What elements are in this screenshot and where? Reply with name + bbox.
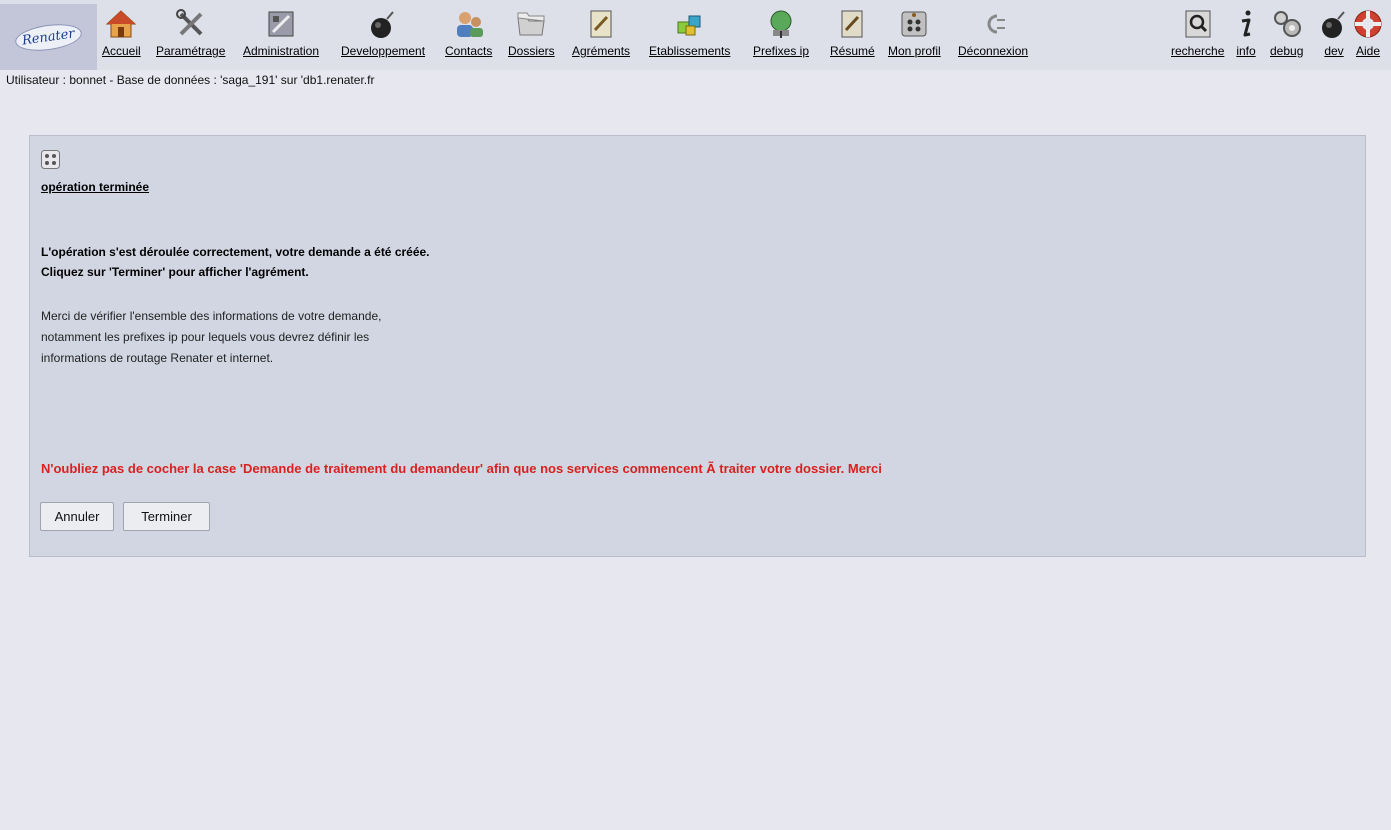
finish-button[interactable]: Terminer	[123, 502, 210, 531]
nav-label-etablissements: Etablissements	[649, 44, 731, 58]
nav-prefixes[interactable]: Prefixes ip	[753, 8, 809, 58]
info-icon	[1241, 10, 1251, 37]
nav-label-dev: dev	[1324, 44, 1344, 58]
success-message: L'opération s'est déroulée correctement,…	[41, 242, 430, 282]
nav-recherche[interactable]: recherche	[1171, 8, 1224, 58]
nav-parametrage[interactable]: Paramétrage	[156, 8, 225, 58]
lifebuoy-icon	[1354, 10, 1382, 38]
folder-icon	[517, 12, 545, 36]
search-icon	[1185, 10, 1211, 38]
nav-label-deconnexion: Déconnexion	[958, 44, 1029, 58]
logo-text: Renater	[13, 19, 84, 55]
info-line-1: Merci de vérifier l'ensemble des informa…	[41, 309, 382, 323]
user-info-line: Utilisateur : bonnet - Base de données :…	[6, 73, 375, 87]
nav-dossiers[interactable]: Dossiers	[508, 8, 555, 58]
cancel-button[interactable]: Annuler	[40, 502, 114, 531]
tools-icon	[175, 9, 203, 36]
nav-label-dossiers: Dossiers	[508, 44, 555, 58]
nav-label-info: info	[1236, 44, 1256, 58]
profile-icon	[901, 11, 927, 37]
nav-deconnexion[interactable]: Déconnexion	[958, 8, 1028, 58]
nav-label-accueil: Accueil	[102, 44, 141, 58]
nav-profil[interactable]: Mon profil	[888, 8, 941, 58]
plug-icon	[987, 14, 1006, 34]
success-line-1: L'opération s'est déroulée correctement,…	[41, 245, 430, 259]
info-message: Merci de vérifier l'ensemble des informa…	[41, 306, 381, 369]
nav-label-agrements: Agréments	[572, 44, 631, 58]
nav-accueil[interactable]: Accueil	[102, 8, 141, 58]
success-line-2: Cliquez sur 'Terminer' pour afficher l'a…	[41, 265, 309, 279]
nav-resume[interactable]: Résumé	[830, 8, 875, 58]
nav-label-debug: debug	[1270, 44, 1304, 58]
result-panel: opération terminée L'opération s'est dér…	[29, 135, 1366, 557]
nav-administration[interactable]: Administration	[243, 8, 319, 58]
network-icon	[770, 10, 792, 38]
nav-info[interactable]: info	[1230, 8, 1262, 58]
nav-etablissements[interactable]: Etablissements	[649, 8, 730, 58]
top-toolbar: Renater Accueil Paramétrage Administrati…	[0, 0, 1391, 70]
summary-icon	[841, 10, 863, 38]
nav-label-prefixes: Prefixes ip	[753, 44, 810, 58]
nav-label-parametrage: Paramétrage	[156, 44, 226, 58]
admin-icon	[268, 11, 294, 37]
nav-contacts[interactable]: Contacts	[445, 8, 492, 58]
nav-label-recherche: recherche	[1171, 44, 1225, 58]
blocks-icon	[677, 15, 701, 36]
warning-message: N'oubliez pas de cocher la case 'Demande…	[41, 461, 882, 476]
contacts-icon	[456, 12, 483, 37]
nav-label-contacts: Contacts	[445, 44, 493, 58]
nav-debug[interactable]: debug	[1270, 8, 1303, 58]
panel-grid-icon	[41, 150, 60, 169]
nav-dev[interactable]: dev	[1318, 8, 1350, 58]
info-line-2: notamment les prefixes ip pour lequels v…	[41, 330, 370, 344]
info-line-3: informations de routage Renater et inter…	[41, 351, 274, 365]
nav-label-profil: Mon profil	[888, 44, 941, 58]
nav-aide[interactable]: Aide	[1352, 8, 1384, 58]
home-icon	[106, 10, 137, 38]
gears-icon	[1273, 11, 1301, 37]
bomb-icon	[371, 11, 394, 38]
certificate-icon	[590, 10, 612, 38]
nav-developpement[interactable]: Developpement	[341, 8, 425, 58]
bomb-icon	[1322, 11, 1345, 38]
nav-agrements[interactable]: Agréments	[572, 8, 630, 58]
nav-label-administration: Administration	[243, 44, 320, 58]
nav-label-resume: Résumé	[830, 44, 875, 58]
panel-title: opération terminée	[41, 180, 150, 194]
nav-label-developpement: Developpement	[341, 44, 426, 58]
nav-label-aide: Aide	[1355, 44, 1381, 58]
renater-logo[interactable]: Renater	[0, 4, 97, 70]
